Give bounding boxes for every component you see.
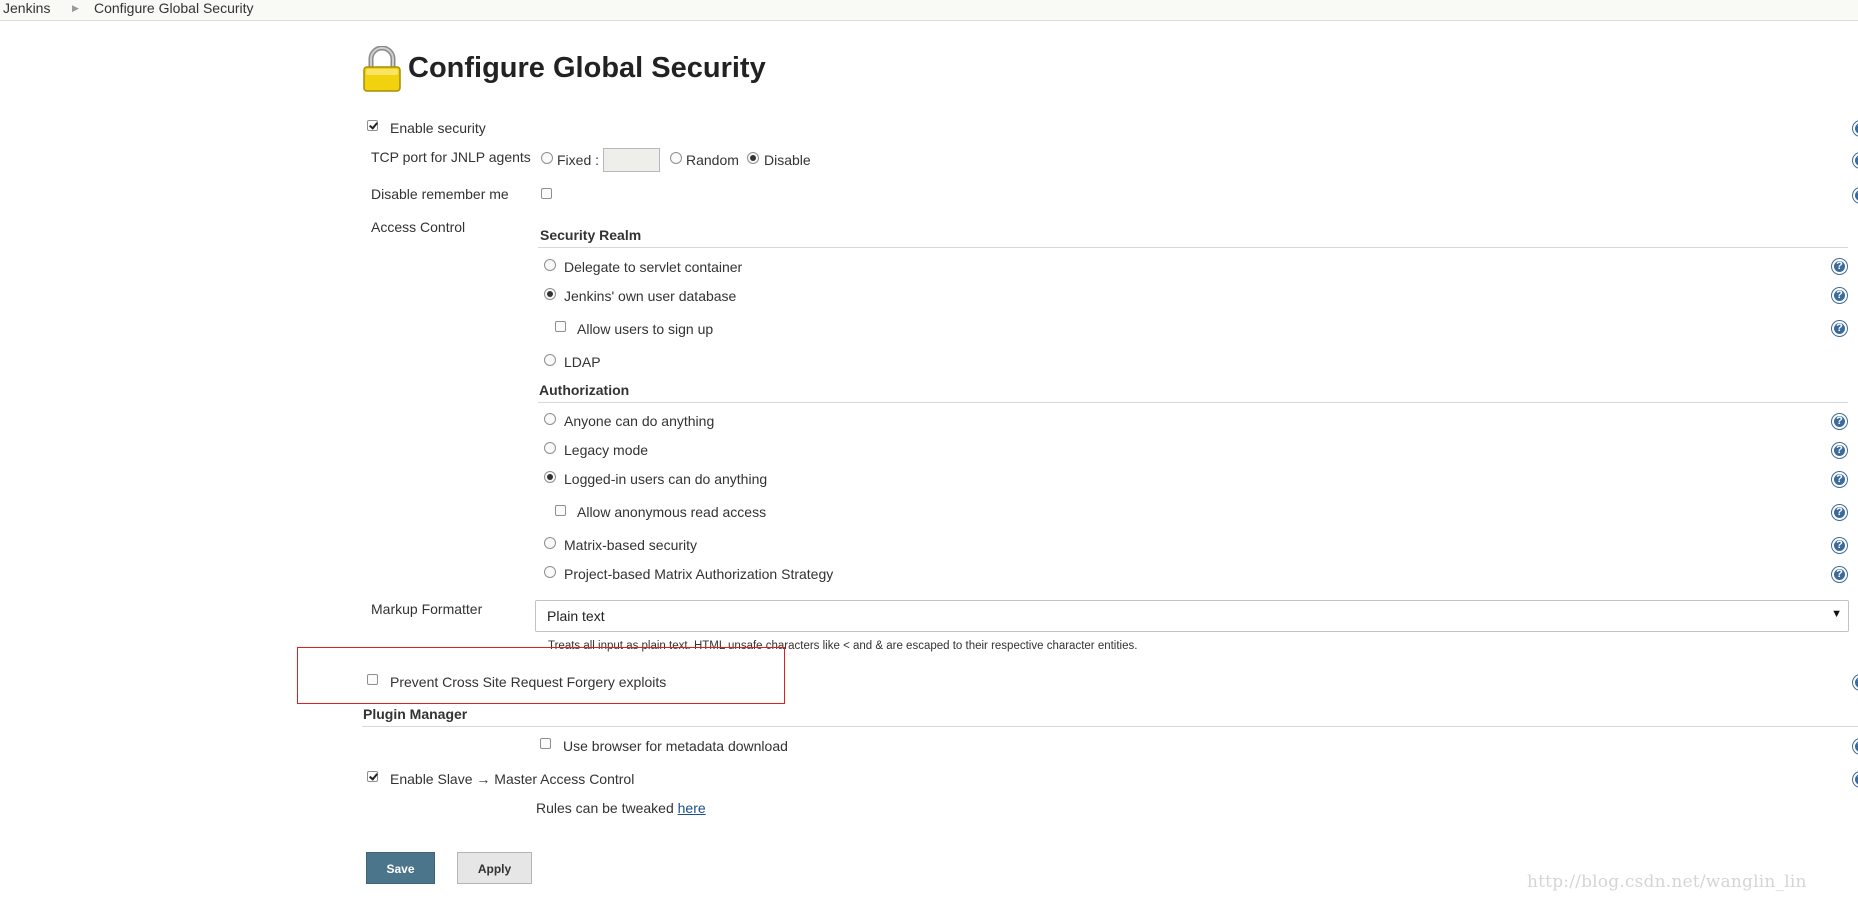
csrf-help-icon[interactable]: ? — [1853, 675, 1858, 690]
breadcrumb-jenkins-link[interactable]: Jenkins — [3, 0, 50, 16]
markup-formatter-label: Markup Formatter — [371, 601, 483, 617]
security-realm-title: Security Realm — [540, 227, 642, 243]
watermark-text: http://blog.csdn.net/wanglin_lin — [1527, 872, 1807, 892]
dropdown-arrow-icon: ▼ — [1831, 608, 1842, 620]
authz-logged-in-label: Logged-in users can do anything — [564, 471, 768, 487]
slave-master-label: Enable Slave → Master Access Control — [390, 771, 635, 787]
authz-anyone-label: Anyone can do anything — [564, 413, 715, 429]
allow-anonymous-read-label: Allow anonymous read access — [577, 504, 767, 520]
browser-metadata-help-icon[interactable]: ? — [1853, 739, 1858, 754]
breadcrumb: Jenkins ▶ Configure Global Security — [0, 0, 1858, 21]
markup-formatter-select[interactable]: Plain text ▼ — [535, 600, 1849, 632]
disable-remember-me-label: Disable remember me — [371, 186, 509, 202]
access-control-label: Access Control — [371, 219, 466, 235]
authz-anyone-radio[interactable] — [544, 413, 556, 425]
authz-project-matrix-radio[interactable] — [544, 566, 556, 578]
breadcrumb-separator-icon: ▶ — [72, 3, 79, 13]
enable-security-help-icon[interactable]: ? — [1853, 121, 1858, 136]
slave-master-checkbox[interactable] — [367, 771, 378, 782]
authz-legacy-radio[interactable] — [544, 442, 556, 454]
slave-master-rules-text: Rules can be tweaked here — [536, 799, 706, 817]
disable-remember-me-help-icon[interactable]: ? — [1853, 188, 1858, 203]
enable-security-label: Enable security — [390, 120, 486, 136]
browser-metadata-checkbox[interactable] — [540, 738, 551, 749]
allow-anonymous-read-help-icon[interactable]: ? — [1832, 505, 1847, 520]
tcp-port-label: TCP port for JNLP agents — [371, 149, 531, 165]
rules-here-link[interactable]: here — [678, 800, 706, 816]
rules-text: Rules can be tweaked — [536, 800, 678, 816]
csrf-label: Prevent Cross Site Request Forgery explo… — [390, 674, 667, 690]
authz-legacy-help-icon[interactable]: ? — [1832, 443, 1847, 458]
enable-security-checkbox[interactable] — [367, 120, 378, 131]
realm-ldap-radio[interactable] — [544, 354, 556, 366]
markup-formatter-value: Plain text — [547, 608, 605, 624]
authz-logged-in-radio[interactable] — [544, 471, 556, 483]
save-button[interactable]: Save — [366, 852, 435, 884]
realm-delegate-help-icon[interactable]: ? — [1832, 259, 1847, 274]
realm-jenkins-db-label: Jenkins' own user database — [564, 288, 737, 304]
allow-signup-help-icon[interactable]: ? — [1832, 321, 1847, 336]
tcp-port-help-icon[interactable]: ? — [1853, 153, 1858, 168]
realm-jenkins-db-radio[interactable] — [544, 288, 556, 300]
realm-ldap-label: LDAP — [564, 354, 601, 370]
authz-legacy-label: Legacy mode — [564, 442, 649, 458]
authz-matrix-label: Matrix-based security — [564, 537, 698, 553]
csrf-checkbox[interactable] — [367, 674, 378, 685]
authz-logged-in-help-icon[interactable]: ? — [1832, 472, 1847, 487]
realm-delegate-label: Delegate to servlet container — [564, 259, 743, 275]
authz-project-matrix-help-icon[interactable]: ? — [1832, 567, 1847, 582]
tcp-port-fixed-radio[interactable] — [541, 152, 553, 164]
tcp-port-fixed-label: Fixed : — [557, 152, 600, 168]
authz-matrix-radio[interactable] — [544, 537, 556, 549]
allow-anonymous-read-checkbox[interactable] — [555, 505, 566, 516]
authz-anyone-help-icon[interactable]: ? — [1832, 414, 1847, 429]
realm-delegate-radio[interactable] — [544, 259, 556, 271]
security-realm-divider — [538, 247, 1848, 248]
tcp-port-disable-label: Disable — [764, 152, 811, 168]
authorization-title: Authorization — [539, 382, 630, 398]
apply-button[interactable]: Apply — [457, 852, 532, 884]
authz-project-matrix-label: Project-based Matrix Authorization Strat… — [564, 566, 834, 582]
disable-remember-me-checkbox[interactable] — [541, 188, 552, 199]
plugin-manager-divider — [362, 726, 1858, 727]
tcp-port-random-radio[interactable] — [670, 152, 682, 164]
breadcrumb-current[interactable]: Configure Global Security — [94, 0, 254, 16]
authorization-divider — [538, 402, 1848, 403]
realm-jenkins-db-help-icon[interactable]: ? — [1832, 288, 1847, 303]
plugin-manager-title: Plugin Manager — [363, 706, 468, 722]
lock-icon — [363, 46, 401, 92]
page-title: Configure Global Security — [408, 52, 766, 84]
slave-master-help-icon[interactable]: ? — [1853, 772, 1858, 787]
authz-matrix-help-icon[interactable]: ? — [1832, 538, 1847, 553]
tcp-port-fixed-input[interactable] — [603, 148, 660, 172]
browser-metadata-label: Use browser for metadata download — [563, 738, 788, 754]
allow-signup-label: Allow users to sign up — [577, 321, 714, 337]
tcp-port-disable-radio[interactable] — [747, 152, 759, 164]
allow-signup-checkbox[interactable] — [555, 321, 566, 332]
tcp-port-random-label: Random — [686, 152, 739, 168]
